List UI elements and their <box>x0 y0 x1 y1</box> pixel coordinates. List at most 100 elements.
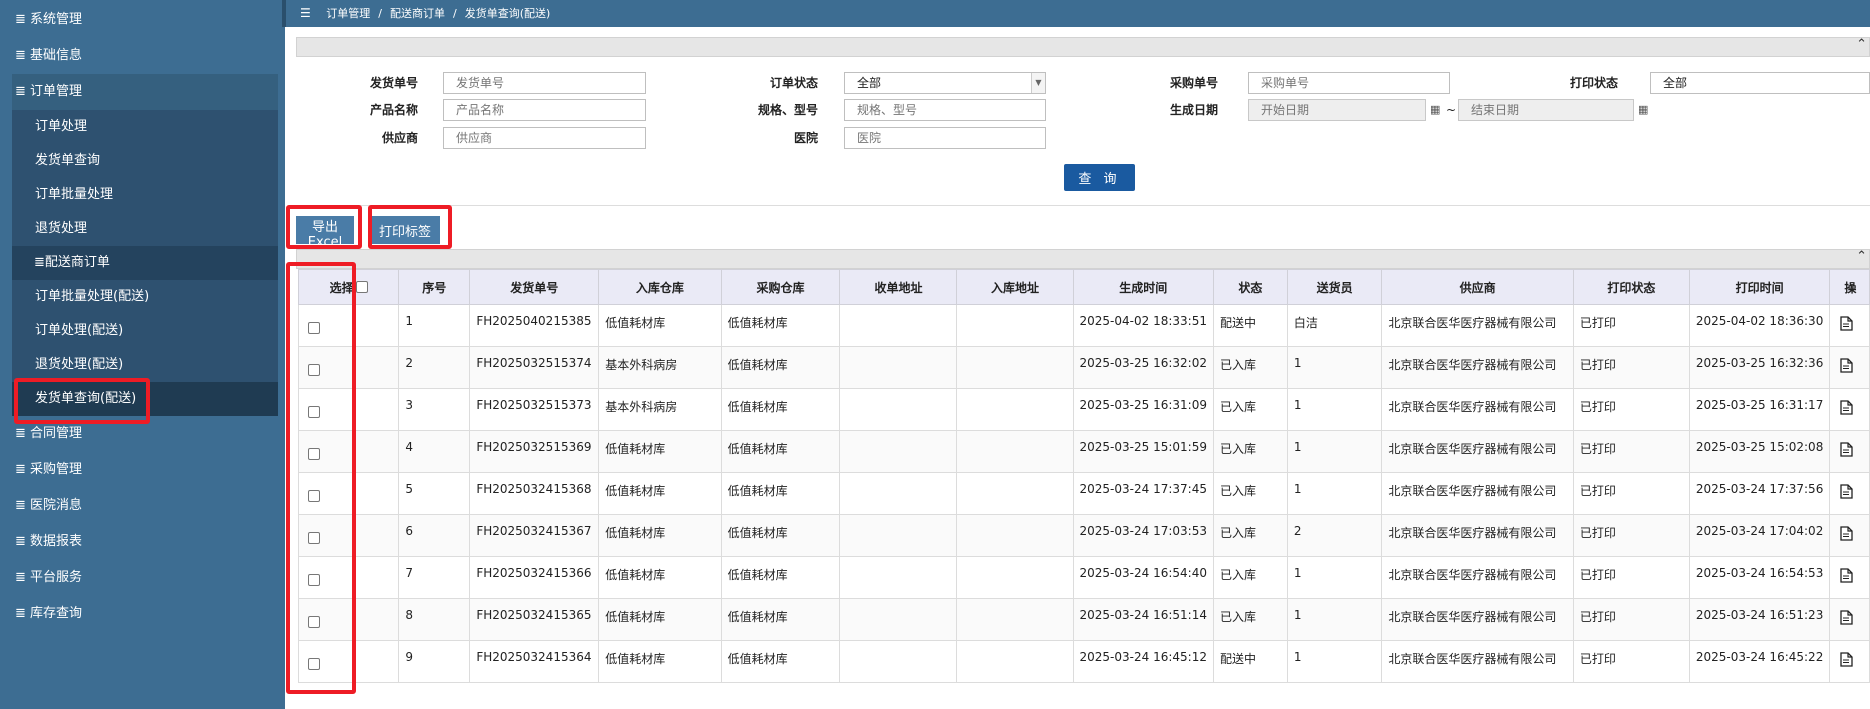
row-checkbox[interactable] <box>308 532 320 544</box>
document-icon[interactable] <box>1840 484 1853 499</box>
table-row[interactable]: 3 FH2025032515373 基本外科病房 低值耗材库 2025-03-25 16… <box>297 388 1870 431</box>
table-cell <box>956 304 1074 347</box>
sidebar-item-inventory[interactable]: ≣ 库存查询 <box>0 596 282 632</box>
search-button[interactable]: 查 询 <box>1064 164 1135 191</box>
table-cell: 低值耗材库 <box>720 472 841 515</box>
column-header[interactable]: 收单地址 <box>839 269 958 305</box>
column-header[interactable]: 生成时间 <box>1072 269 1214 305</box>
purchase-no-label: 采购单号 <box>1169 76 1218 90</box>
export-excel-button[interactable]: 导出Excel <box>296 216 354 250</box>
table-row[interactable]: 9 FH2025032415364 低值耗材库 低值耗材库 2025-03-24 16:… <box>297 640 1870 683</box>
document-icon[interactable] <box>1840 358 1853 373</box>
print-label-button[interactable]: 打印标签 <box>370 216 440 244</box>
spec-input[interactable] <box>844 99 1046 121</box>
table-row[interactable]: 4 FH2025032515369 低值耗材库 低值耗材库 2025-03-25 15:… <box>297 430 1870 473</box>
table-cell: 低值耗材库 <box>720 556 841 599</box>
ship-no-input[interactable] <box>443 72 646 94</box>
end-date-input[interactable] <box>1458 99 1634 121</box>
sidebar-subitem-return[interactable]: 退货处理 <box>12 212 278 246</box>
collapse-icon[interactable]: ⌃ <box>1856 249 1867 264</box>
row-checkbox[interactable] <box>308 322 320 334</box>
document-icon[interactable] <box>1840 400 1853 415</box>
sidebar-subitem-order-process[interactable]: 订单处理 <box>12 110 278 144</box>
table-cell: 1 <box>1286 430 1383 473</box>
row-checkbox[interactable] <box>308 616 320 628</box>
table-row[interactable]: 1 FH2025040215385 低值耗材库 低值耗材库 2025-04-02 18:… <box>297 304 1870 347</box>
calendar-icon[interactable]: ▦ <box>1430 103 1440 116</box>
sidebar-item-basic-info[interactable]: ≣ 基础信息 <box>0 38 282 74</box>
column-header[interactable]: 入库仓库 <box>598 269 722 305</box>
select-all-checkbox[interactable] <box>355 281 368 293</box>
document-icon[interactable] <box>1840 568 1853 583</box>
sidebar-subitem-return-dist[interactable]: 退货处理(配送) <box>12 348 278 382</box>
table-cell: 1 <box>1286 598 1383 641</box>
sidebar-subitem-ship-query-dist[interactable]: 发货单查询(配送) <box>12 382 278 416</box>
sidebar-item-platform[interactable]: ≣ 平台服务 <box>0 560 282 596</box>
collapse-icon[interactable]: ⌃ <box>1856 37 1867 52</box>
table-row[interactable]: 6 FH2025032415367 低值耗材库 低值耗材库 2025-03-24 17:… <box>297 514 1870 557</box>
row-checkbox[interactable] <box>308 574 320 586</box>
row-checkbox[interactable] <box>308 490 320 502</box>
print-status-select[interactable]: 全部 <box>1650 72 1870 94</box>
purchase-no-input[interactable] <box>1248 72 1450 94</box>
sidebar-item-hospital-msg[interactable]: ≣ 医院消息 <box>0 488 282 524</box>
sidebar-item-order-management[interactable]: ≣ 订单管理 <box>12 74 278 110</box>
document-icon[interactable] <box>1840 442 1853 457</box>
document-icon[interactable] <box>1840 526 1853 541</box>
document-icon[interactable] <box>1840 652 1853 667</box>
action-cell <box>1829 598 1870 641</box>
column-header[interactable]: 打印状态 <box>1572 269 1690 305</box>
sidebar-item-contract[interactable]: ≣ 合同管理 <box>0 416 282 452</box>
supplier-input[interactable] <box>443 127 646 149</box>
sidebar-item-label: 数据报表 <box>30 534 83 549</box>
column-header[interactable]: 状态 <box>1212 269 1288 305</box>
sidebar-subitem-batch-process[interactable]: 订单批量处理 <box>12 178 278 212</box>
column-header[interactable]: 发货单号 <box>469 269 600 305</box>
calendar-icon[interactable]: ▦ <box>1638 103 1648 116</box>
table-cell <box>839 430 958 473</box>
hospital-input[interactable] <box>844 127 1046 149</box>
column-header[interactable]: 送货员 <box>1286 269 1383 305</box>
column-header[interactable]: 采购仓库 <box>720 269 841 305</box>
table-cell <box>839 472 958 515</box>
table-row[interactable]: 8 FH2025032415365 低值耗材库 低值耗材库 2025-03-24 16:… <box>297 598 1870 641</box>
table-cell: FH2025032415367 <box>469 514 600 557</box>
start-date-input[interactable] <box>1248 99 1426 121</box>
row-checkbox[interactable] <box>308 406 320 418</box>
table-cell <box>839 388 958 431</box>
row-checkbox[interactable] <box>308 364 320 376</box>
menu-icon[interactable]: ☰ <box>300 6 311 20</box>
row-checkbox[interactable] <box>308 448 320 460</box>
column-header[interactable]: 序号 <box>398 269 471 305</box>
breadcrumb-separator: / <box>378 7 382 20</box>
sidebar-subitem-label: 订单处理 <box>35 119 88 134</box>
column-header[interactable]: 供应商 <box>1381 269 1574 305</box>
table-cell: 低值耗材库 <box>598 304 722 347</box>
document-icon[interactable] <box>1840 316 1853 331</box>
table-row[interactable]: 2 FH2025032515374 基本外科病房 低值耗材库 2025-03-25 16… <box>297 346 1870 389</box>
column-header[interactable]: 入库地址 <box>956 269 1074 305</box>
table-row[interactable]: 7 FH2025032415366 低值耗材库 低值耗材库 2025-03-24 16:… <box>297 556 1870 599</box>
product-input[interactable] <box>443 99 646 121</box>
sidebar-item-system[interactable]: ≣ 系统管理 <box>0 2 282 38</box>
breadcrumb-item[interactable]: 订单管理 <box>326 7 370 20</box>
breadcrumb-item-current: 发货单查询(配送) <box>464 7 551 20</box>
row-checkbox[interactable] <box>308 658 320 670</box>
order-status-select[interactable]: 全部 ▼ <box>844 72 1046 94</box>
sidebar-subitem-label: 发货单查询(配送) <box>35 391 137 406</box>
table-cell <box>956 556 1074 599</box>
document-icon[interactable] <box>1840 610 1853 625</box>
sidebar-item-reports[interactable]: ≣ 数据报表 <box>0 524 282 560</box>
content-border <box>282 27 285 709</box>
sidebar-subitem-order-process-dist[interactable]: 订单处理(配送) <box>12 314 278 348</box>
sidebar-item-purchase[interactable]: ≣ 采购管理 <box>0 452 282 488</box>
supplier-label: 供应商 <box>381 131 418 145</box>
column-header[interactable]: 操 <box>1829 269 1870 305</box>
column-header[interactable]: 打印时间 <box>1688 269 1831 305</box>
breadcrumb-item[interactable]: 配送商订单 <box>390 7 445 20</box>
column-header-label: 选择 <box>329 280 354 295</box>
sidebar-subgroup-distributor-orders[interactable]: ≣配送商订单 <box>12 246 278 280</box>
sidebar-subitem-batch-process-dist[interactable]: 订单批量处理(配送) <box>12 280 278 314</box>
table-row[interactable]: 5 FH2025032415368 低值耗材库 低值耗材库 2025-03-24 17:… <box>297 472 1870 515</box>
sidebar-subitem-ship-query[interactable]: 发货单查询 <box>12 144 278 178</box>
